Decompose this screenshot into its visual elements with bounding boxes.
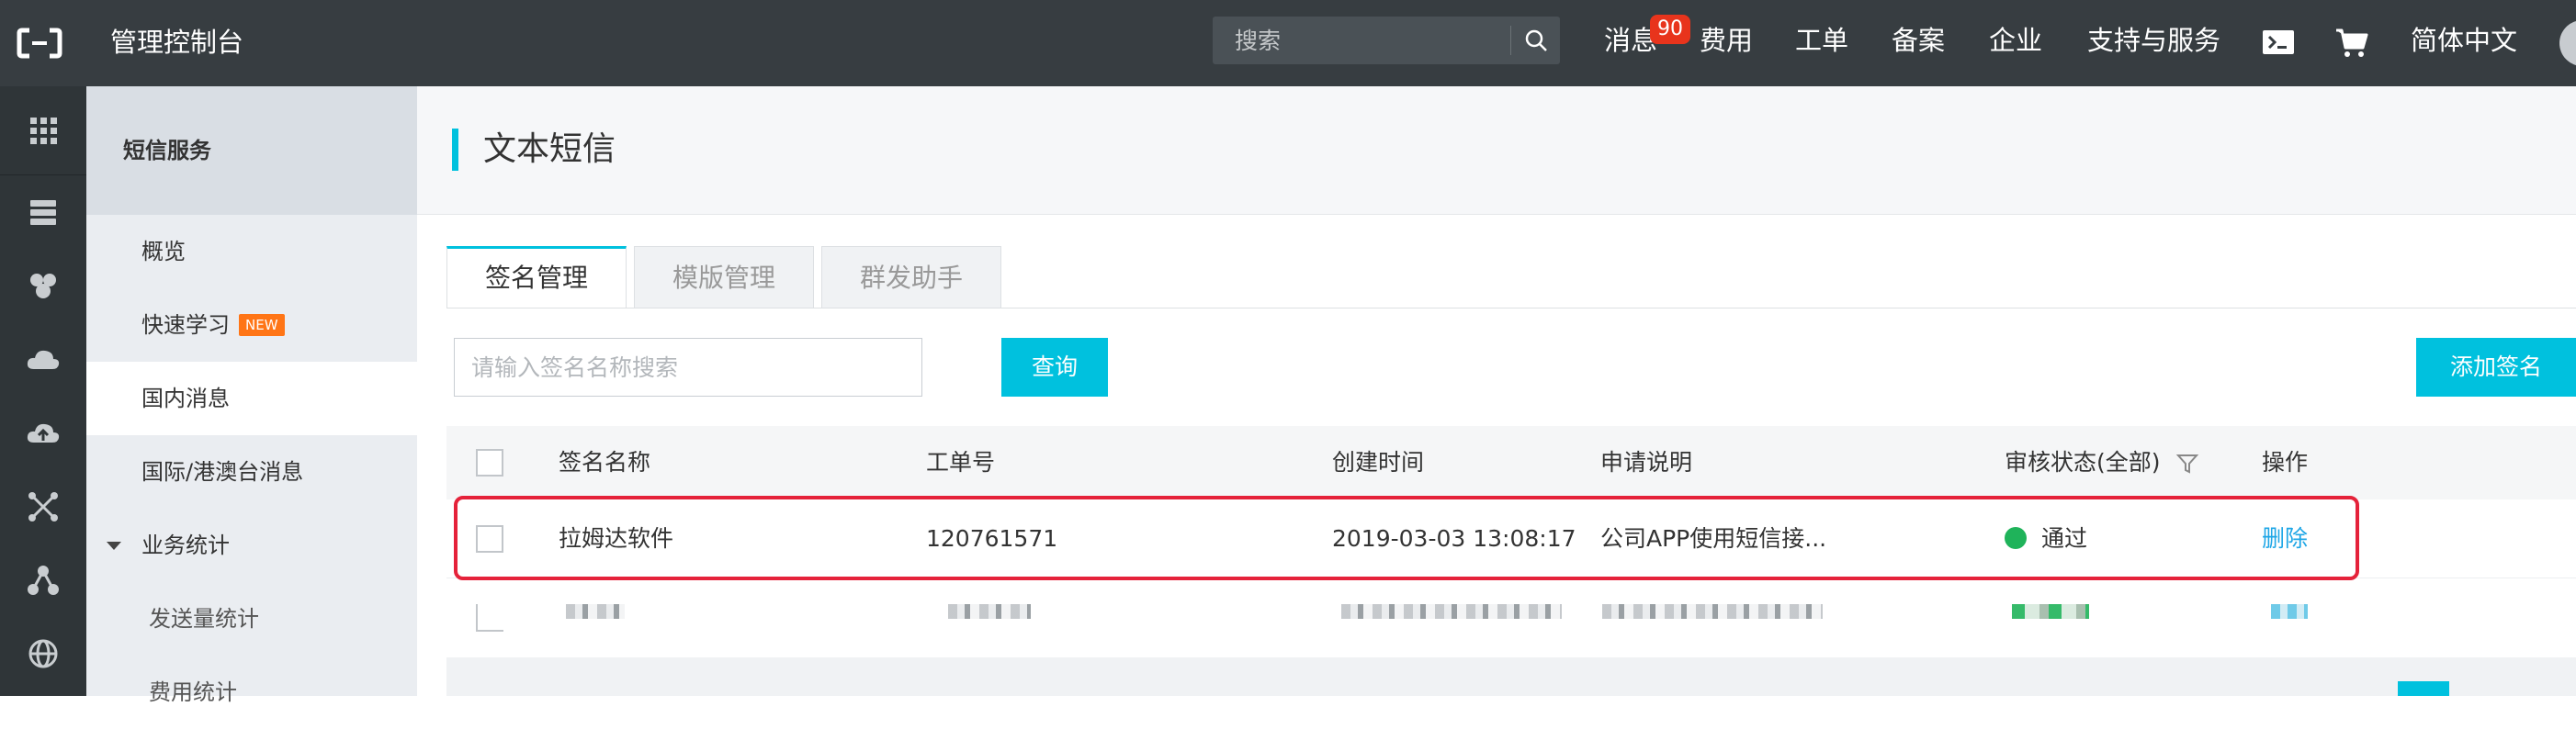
col-ticket: 工单号	[926, 449, 996, 476]
col-actions: 操作	[2262, 449, 2309, 476]
caret-down-icon	[107, 542, 121, 550]
signature-search-input[interactable]	[454, 338, 922, 397]
tab-bulk-send[interactable]: 群发助手	[821, 246, 1001, 308]
cart-icon[interactable]	[2333, 24, 2370, 61]
sidebar-item-label: 费用统计	[149, 679, 237, 705]
row-checkbox[interactable]	[476, 604, 503, 632]
sidebar-item-label: 国内消息	[141, 386, 230, 411]
search-button[interactable]	[1512, 17, 1560, 64]
globe-icon[interactable]	[23, 634, 63, 674]
col-created: 创建时间	[1332, 449, 1425, 476]
search-icon	[1525, 29, 1547, 51]
nav-tickets[interactable]: 工单	[1795, 22, 1848, 59]
aliyun-logo-icon[interactable]	[17, 25, 62, 62]
sidebar-item-quick-start[interactable]: 快速学习 NEW	[86, 288, 417, 362]
new-badge: NEW	[239, 314, 285, 336]
nav-enterprise[interactable]: 企业	[1989, 22, 2042, 59]
search-divider	[1510, 26, 1511, 55]
sidebar-item-label: 国际/港澳台消息	[141, 459, 304, 485]
top-bar: 管理控制台 消息 90 费用 工单 备案 企业 支持与服务 简体中文	[0, 0, 2576, 86]
terminal-icon[interactable]	[2260, 24, 2297, 61]
redacted-cell	[566, 604, 625, 619]
sidebar-item-fee-stats[interactable]: 费用统计	[86, 656, 417, 729]
sidebar-item-international[interactable]: 国际/港澳台消息	[86, 435, 417, 509]
network-icon[interactable]	[23, 487, 63, 527]
sidebar-item-overview[interactable]: 概览	[86, 215, 417, 288]
cluster-icon[interactable]	[23, 266, 63, 307]
nav-language[interactable]: 简体中文	[2411, 22, 2517, 59]
select-all-checkbox[interactable]	[476, 449, 503, 477]
grid-icon[interactable]	[23, 110, 63, 151]
sidebar-item-label: 概览	[141, 239, 186, 264]
table-header: 签名名称 工单号 创建时间 申请说明 审核状态(全部) 操作	[446, 426, 2576, 499]
sidebar-item-send-stats[interactable]: 发送量统计	[86, 582, 417, 656]
cloud-upload-icon[interactable]	[23, 413, 63, 454]
main-content: 文本短信 签名管理 模版管理 群发助手 查询 添加签名 签名名称 工单号 创建时…	[417, 86, 2576, 696]
console-title[interactable]: 管理控制台	[110, 24, 243, 61]
page-header: 文本短信	[417, 86, 2576, 215]
redacted-status	[2012, 604, 2089, 619]
sidebar-title: 短信服务	[123, 138, 211, 163]
messages-count-badge: 90	[1650, 15, 1690, 44]
sidebar-header: 短信服务	[86, 86, 417, 215]
global-search-input[interactable]	[1213, 17, 1507, 64]
server-icon[interactable]	[23, 193, 63, 233]
sidebar-group-statistics[interactable]: 业务统计	[86, 509, 417, 582]
title-accent-bar	[452, 129, 458, 171]
add-signature-button[interactable]: 添加签名	[2416, 338, 2576, 397]
query-button[interactable]: 查询	[1001, 338, 1108, 397]
sidebar-item-domestic[interactable]: 国内消息	[86, 362, 417, 435]
col-desc: 申请说明	[1600, 449, 1693, 476]
global-search	[1213, 17, 1560, 64]
rail-divider	[0, 174, 86, 175]
table-footer	[446, 657, 2576, 696]
redacted-cell	[1341, 604, 1562, 619]
share-nodes-icon[interactable]	[23, 560, 63, 600]
sidebar-item-label: 快速学习	[141, 312, 230, 338]
col-name: 签名名称	[559, 449, 651, 476]
redacted-action	[2271, 604, 2308, 619]
redacted-cell	[948, 604, 1031, 619]
sidebar-item-label: 业务统计	[141, 533, 230, 558]
redacted-cell	[1602, 604, 1823, 619]
nav-icp[interactable]: 备案	[1892, 22, 1945, 59]
nav-fees[interactable]: 费用	[1700, 22, 1753, 59]
sidebar-item-label: 发送量统计	[149, 606, 259, 632]
product-rail	[0, 86, 86, 696]
tab-signatures[interactable]: 签名管理	[446, 246, 627, 308]
tab-templates[interactable]: 模版管理	[634, 246, 814, 308]
row-highlight-annotation	[454, 496, 2359, 580]
cloud-icon[interactable]	[23, 340, 63, 380]
filter-icon[interactable]	[2175, 452, 2199, 476]
nav-support[interactable]: 支持与服务	[2087, 22, 2220, 59]
sms-sidebar: 短信服务 概览 快速学习 NEW 国内消息 国际/港澳台消息 业务统计 发送量统…	[86, 86, 417, 705]
pagination-current-page[interactable]	[2398, 681, 2449, 696]
avatar[interactable]	[2559, 20, 2576, 66]
col-status[interactable]: 审核状态(全部)	[2005, 426, 2161, 499]
page-title: 文本短信	[483, 130, 616, 168]
